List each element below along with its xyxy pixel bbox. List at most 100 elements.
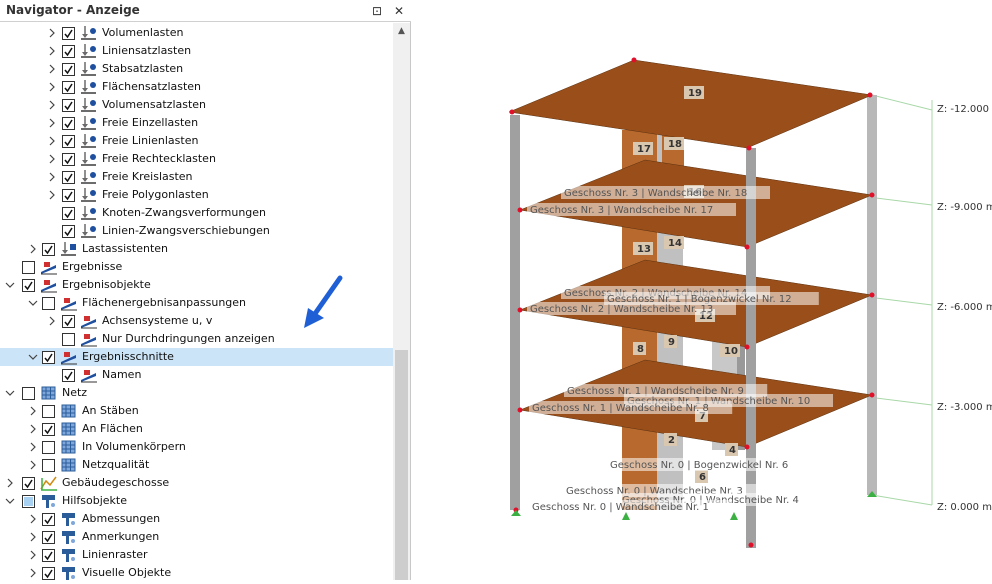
vertical-scrollbar[interactable]: ▲ bbox=[393, 23, 410, 580]
checkbox[interactable] bbox=[22, 477, 35, 490]
tree-item[interactable]: Anmerkungen bbox=[0, 528, 393, 546]
close-icon[interactable]: ✕ bbox=[390, 2, 408, 20]
3d-model-view[interactable]: 1917181614131289107246 Geschoss Nr. 3 | … bbox=[412, 0, 992, 580]
tree-item[interactable]: Namen bbox=[0, 366, 393, 384]
tree-item[interactable]: Volumensatzlasten bbox=[0, 96, 393, 114]
chevron-right-icon[interactable] bbox=[47, 63, 57, 75]
chevron-right-icon[interactable] bbox=[47, 189, 57, 201]
tree-item[interactable]: An Flächen bbox=[0, 420, 393, 438]
checkbox[interactable] bbox=[22, 387, 35, 400]
checkbox[interactable] bbox=[42, 567, 55, 580]
chevron-down-icon[interactable] bbox=[5, 279, 15, 291]
chevron-down-icon[interactable] bbox=[5, 495, 15, 507]
checkbox[interactable] bbox=[42, 513, 55, 526]
checkbox[interactable] bbox=[62, 81, 75, 94]
wall-number-tag[interactable]: 13 bbox=[633, 242, 653, 255]
chevron-right-icon[interactable] bbox=[47, 171, 57, 183]
chevron-right-icon[interactable] bbox=[47, 45, 57, 57]
checkbox[interactable] bbox=[42, 441, 55, 454]
checkbox[interactable] bbox=[42, 459, 55, 472]
checkbox[interactable] bbox=[42, 243, 55, 256]
tree-item[interactable]: Knoten-Zwangsverformungen bbox=[0, 204, 393, 222]
tree-item[interactable]: Freie Einzellasten bbox=[0, 114, 393, 132]
chevron-right-icon[interactable] bbox=[47, 135, 57, 147]
chevron-right-icon[interactable] bbox=[28, 423, 38, 435]
chevron-right-icon[interactable] bbox=[28, 531, 38, 543]
tree-item[interactable]: Abmessungen bbox=[0, 510, 393, 528]
chevron-down-icon[interactable] bbox=[28, 351, 38, 363]
section-label[interactable]: Geschoss Nr. 3 | Wandscheibe Nr. 17 bbox=[527, 203, 736, 216]
checkbox[interactable] bbox=[62, 117, 75, 130]
checkbox[interactable] bbox=[62, 171, 75, 184]
tree-item[interactable]: Ergebnisschnitte bbox=[0, 348, 393, 366]
checkbox[interactable] bbox=[62, 315, 75, 328]
wall-number-tag[interactable]: 17 bbox=[633, 142, 653, 155]
checkbox[interactable] bbox=[22, 495, 35, 508]
wall-number-tag[interactable]: 14 bbox=[664, 236, 684, 249]
tree-item[interactable]: Freie Kreislasten bbox=[0, 168, 393, 186]
tree-item[interactable]: In Volumenkörpern bbox=[0, 438, 393, 456]
scroll-up-icon[interactable]: ▲ bbox=[393, 23, 410, 40]
chevron-down-icon[interactable] bbox=[5, 387, 15, 399]
checkbox[interactable] bbox=[62, 369, 75, 382]
tree-item[interactable]: Freie Linienlasten bbox=[0, 132, 393, 150]
tree-item[interactable]: Netz bbox=[0, 384, 393, 402]
chevron-right-icon[interactable] bbox=[47, 81, 57, 93]
checkbox[interactable] bbox=[62, 135, 75, 148]
chevron-right-icon[interactable] bbox=[5, 477, 15, 489]
section-label[interactable]: Geschoss Nr. 0 | Bogenzwickel Nr. 6 bbox=[607, 458, 816, 471]
tree-item[interactable]: Gebäudegeschosse bbox=[0, 474, 393, 492]
wall-number-tag[interactable]: 6 bbox=[695, 470, 708, 483]
checkbox[interactable] bbox=[62, 207, 75, 220]
section-label[interactable]: Geschoss Nr. 0 | Wandscheibe Nr. 1 bbox=[529, 500, 733, 513]
chevron-right-icon[interactable] bbox=[47, 315, 57, 327]
checkbox[interactable] bbox=[42, 531, 55, 544]
checkbox[interactable] bbox=[22, 261, 35, 274]
checkbox[interactable] bbox=[62, 63, 75, 76]
tree-item[interactable]: Linien-Zwangsverschiebungen bbox=[0, 222, 393, 240]
chevron-right-icon[interactable] bbox=[47, 99, 57, 111]
chevron-down-icon[interactable] bbox=[28, 297, 38, 309]
chevron-right-icon[interactable] bbox=[47, 117, 57, 129]
checkbox[interactable] bbox=[62, 189, 75, 202]
chevron-right-icon[interactable] bbox=[28, 549, 38, 561]
chevron-right-icon[interactable] bbox=[28, 243, 38, 255]
wall-number-tag[interactable]: 10 bbox=[720, 344, 740, 357]
tree-item[interactable]: Stabsatzlasten bbox=[0, 60, 393, 78]
chevron-right-icon[interactable] bbox=[28, 567, 38, 579]
tree-item[interactable]: Hilfsobjekte bbox=[0, 492, 393, 510]
tree-item[interactable]: Nur Durchdringungen anzeigen bbox=[0, 330, 393, 348]
tree-item[interactable]: Freie Polygonlasten bbox=[0, 186, 393, 204]
scroll-thumb[interactable] bbox=[395, 350, 408, 580]
checkbox[interactable] bbox=[42, 297, 55, 310]
chevron-right-icon[interactable] bbox=[28, 441, 38, 453]
section-label[interactable]: Geschoss Nr. 2 | Wandscheibe Nr. 13 bbox=[527, 302, 736, 315]
checkbox[interactable] bbox=[42, 549, 55, 562]
wall-number-tag[interactable]: 4 bbox=[725, 443, 738, 456]
wall-number-tag[interactable]: 18 bbox=[664, 137, 684, 150]
tree-item[interactable]: Liniensatzlasten bbox=[0, 42, 393, 60]
checkbox[interactable] bbox=[62, 153, 75, 166]
tree-item[interactable]: Visuelle Objekte bbox=[0, 564, 393, 580]
tree-item[interactable]: An Stäben bbox=[0, 402, 393, 420]
tree-item[interactable]: Flächensatzlasten bbox=[0, 78, 393, 96]
pin-icon[interactable]: ⊡ bbox=[368, 2, 386, 20]
checkbox[interactable] bbox=[62, 333, 75, 346]
checkbox[interactable] bbox=[42, 351, 55, 364]
checkbox[interactable] bbox=[22, 279, 35, 292]
tree-item[interactable]: Freie Rechtecklasten bbox=[0, 150, 393, 168]
chevron-right-icon[interactable] bbox=[28, 459, 38, 471]
chevron-right-icon[interactable] bbox=[47, 27, 57, 39]
checkbox[interactable] bbox=[62, 225, 75, 238]
checkbox[interactable] bbox=[42, 423, 55, 436]
tree-item[interactable]: Lastassistenten bbox=[0, 240, 393, 258]
section-label[interactable]: Geschoss Nr. 3 | Wandscheibe Nr. 18 bbox=[561, 186, 770, 199]
tree-item[interactable]: Volumenlasten bbox=[0, 24, 393, 42]
tree-item[interactable]: Netzqualität bbox=[0, 456, 393, 474]
chevron-right-icon[interactable] bbox=[28, 405, 38, 417]
checkbox[interactable] bbox=[42, 405, 55, 418]
checkbox[interactable] bbox=[62, 27, 75, 40]
chevron-right-icon[interactable] bbox=[28, 513, 38, 525]
chevron-right-icon[interactable] bbox=[47, 153, 57, 165]
section-label[interactable]: Geschoss Nr. 1 | Wandscheibe Nr. 8 bbox=[529, 401, 733, 414]
